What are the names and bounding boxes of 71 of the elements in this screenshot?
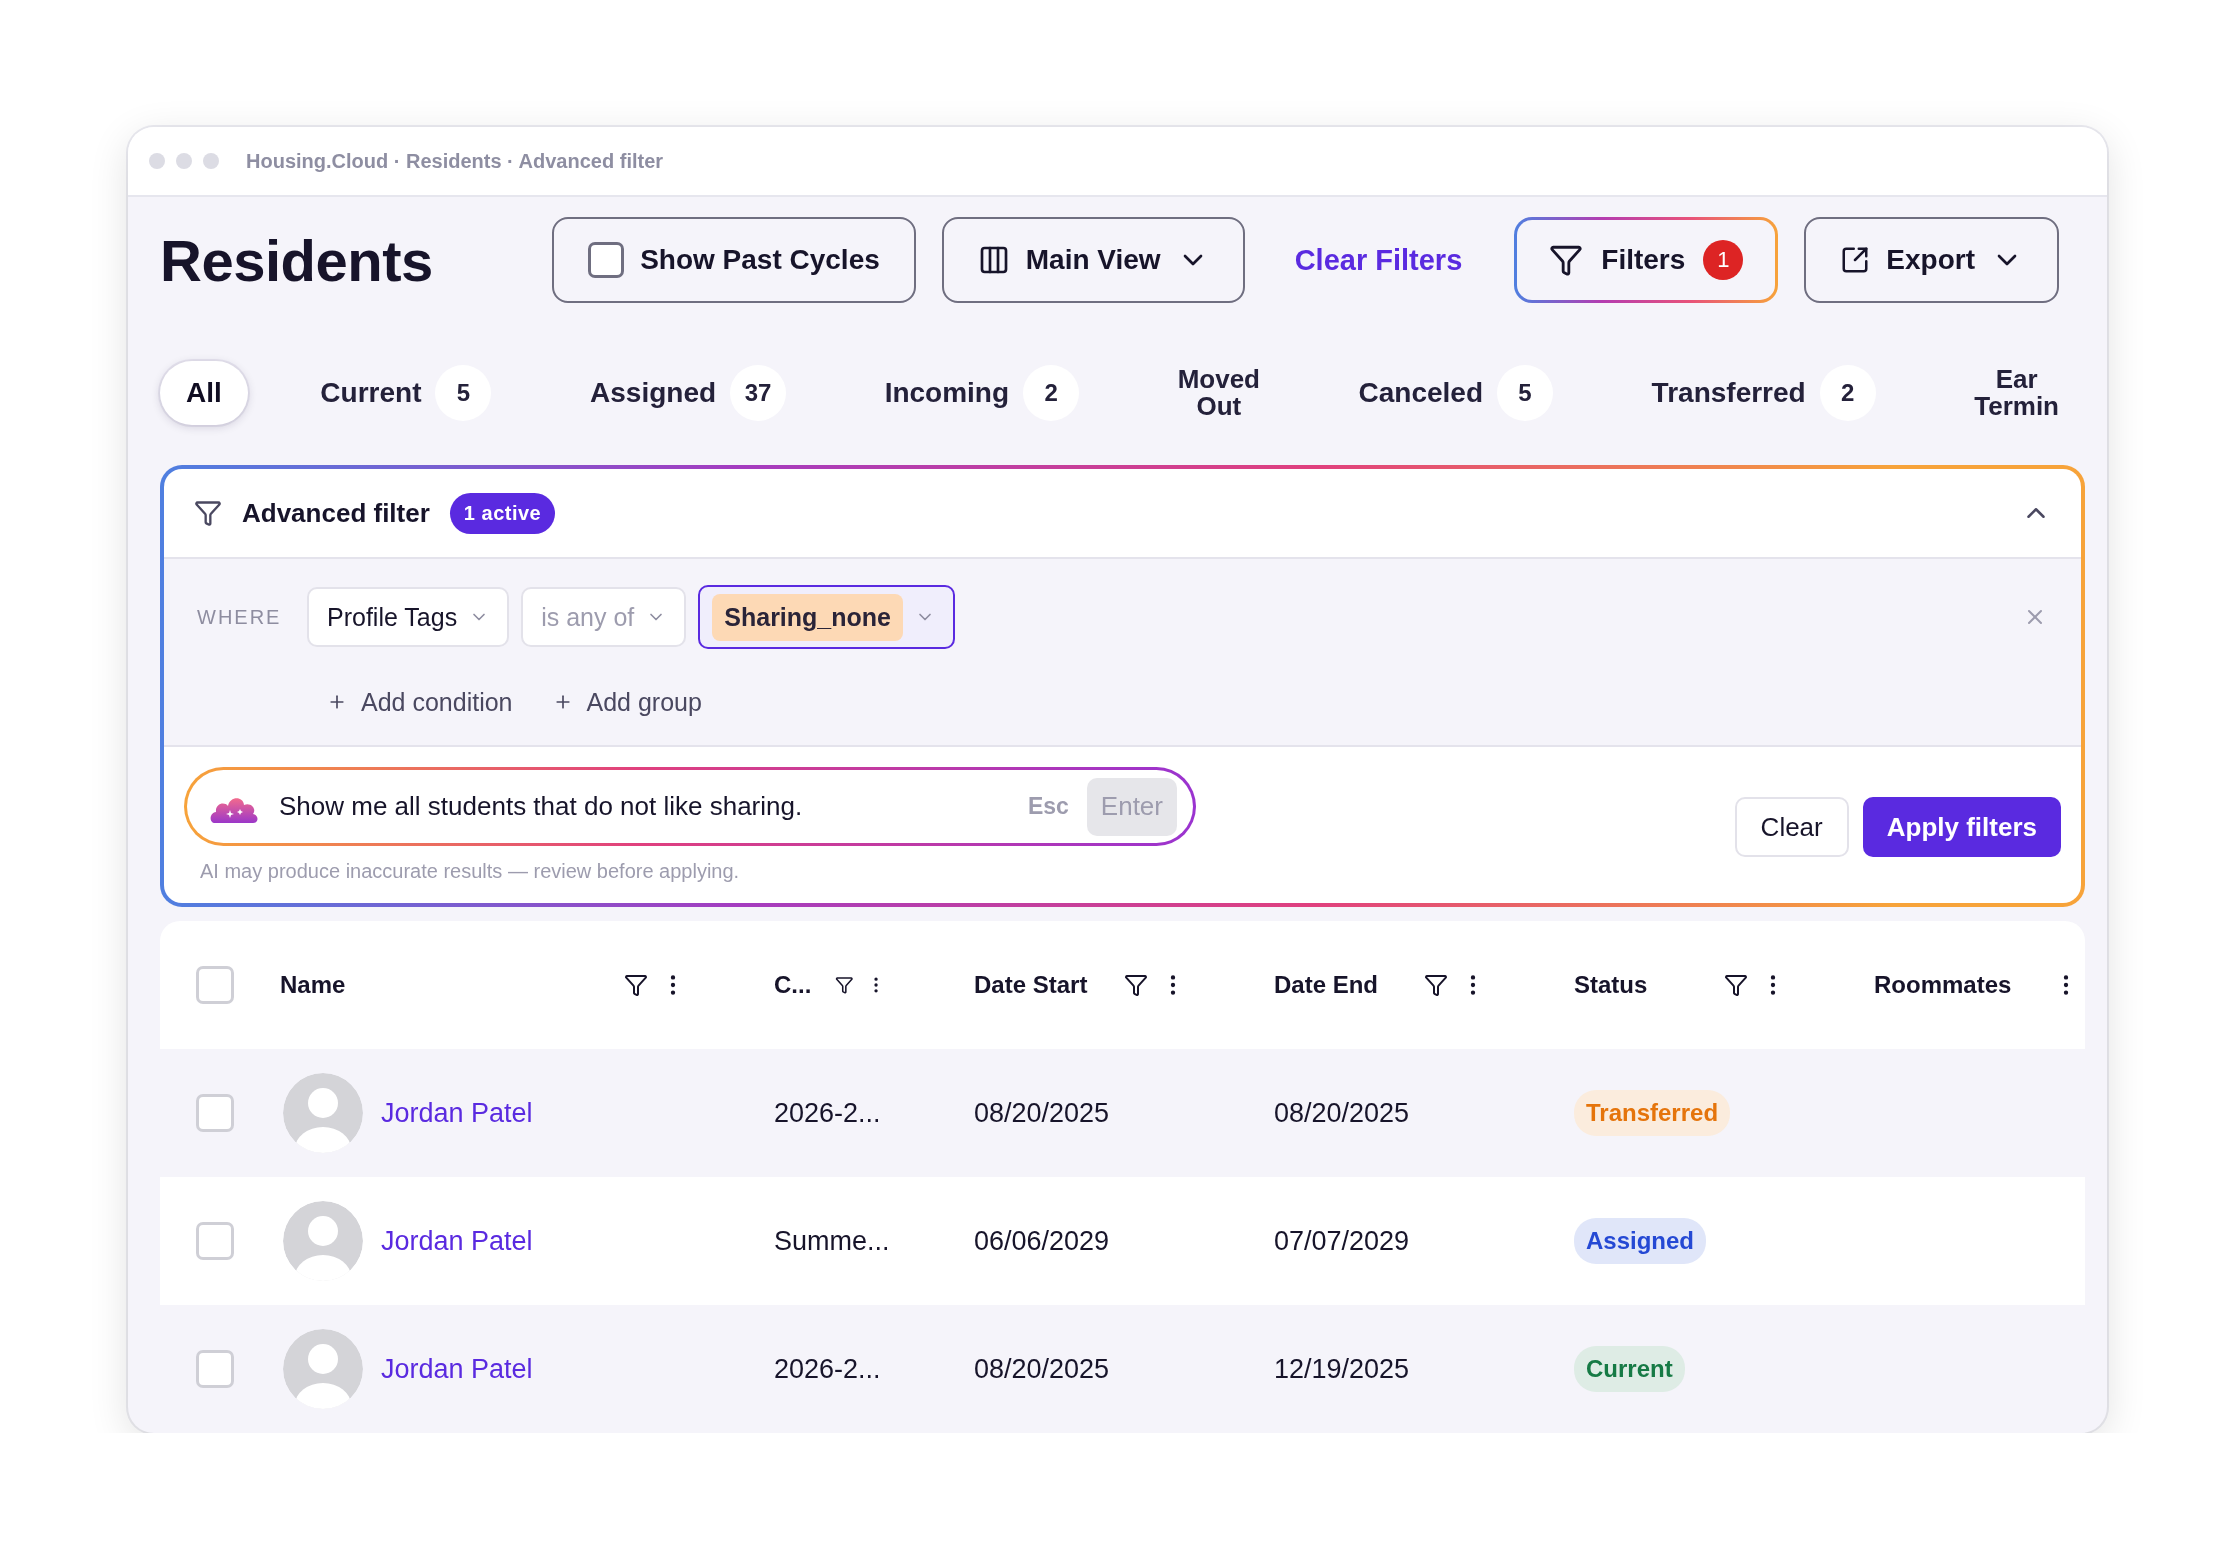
status-tab[interactable]: Ear Termin <box>1948 361 2085 425</box>
funnel-icon[interactable] <box>1124 973 1148 997</box>
table-cell: 08/20/2025 <box>974 1353 1110 1385</box>
table-cell: Summe... <box>774 1225 890 1257</box>
window-dot[interactable] <box>176 153 192 169</box>
view-dropdown[interactable]: Main View <box>941 217 1245 303</box>
column-header[interactable]: Date End <box>1274 971 1378 999</box>
status-tab[interactable]: All <box>160 361 248 425</box>
tab-count: 5 <box>1497 365 1554 421</box>
column-header[interactable]: Roommates <box>1874 971 2012 999</box>
status-badge: Transferred <box>1574 1090 1731 1136</box>
window-dot[interactable] <box>149 153 165 169</box>
avatar-icon <box>283 1201 363 1281</box>
column-header[interactable]: Status <box>1574 971 1648 999</box>
table-cell: 12/19/2025 <box>1274 1353 1410 1385</box>
tab-count: 37 <box>730 365 787 421</box>
export-button[interactable]: Export <box>1804 217 2059 303</box>
row-checkbox[interactable] <box>196 1222 234 1260</box>
resident-name-link[interactable]: Jordan Patel <box>381 1097 533 1129</box>
tab-count: 2 <box>1023 365 1080 421</box>
funnel-icon[interactable] <box>624 973 648 997</box>
table-row[interactable]: Jordan Patel Summe... 06/06/2029 07/07/2029 Assigned <box>160 1177 2085 1305</box>
tag-chip: Sharing_none <box>712 593 903 641</box>
where-label: WHERE <box>197 605 283 629</box>
table-cell: 2026-2... <box>774 1353 881 1385</box>
status-badge: Assigned <box>1574 1218 1707 1264</box>
clear-filters-link[interactable]: Clear Filters <box>1270 243 1487 277</box>
add-condition-button[interactable]: Add condition <box>327 687 513 717</box>
window-dot[interactable] <box>203 153 219 169</box>
status-tab[interactable]: Transferred 2 <box>1625 361 1902 425</box>
table-cell: 08/20/2025 <box>974 1097 1110 1129</box>
column-header[interactable]: Date Start <box>974 971 1088 999</box>
funnel-icon[interactable] <box>1424 973 1448 997</box>
table-cell: 08/20/2025 <box>1274 1097 1410 1129</box>
tab-count: 2 <box>1819 365 1876 421</box>
page-title: Residents <box>160 226 434 294</box>
status-tab[interactable]: Assigned 37 <box>564 361 813 425</box>
disclaimer-text: AI may produce inaccurate results — review before applying. <box>199 860 741 883</box>
funnel-icon <box>1549 243 1584 277</box>
value-select[interactable]: Sharing_none <box>698 585 955 649</box>
clear-button[interactable]: Clear <box>1734 797 1849 857</box>
external-link-icon <box>1840 245 1871 275</box>
funnel-icon <box>194 499 222 527</box>
select-all-checkbox[interactable] <box>196 966 234 1004</box>
panel-title: Advanced filter <box>242 497 430 529</box>
window-title: Housing.Cloud · Residents · Advanced filter <box>246 149 664 173</box>
add-group-button[interactable]: Add group <box>552 687 702 717</box>
status-tab[interactable]: Canceled 5 <box>1332 361 1580 425</box>
field-select[interactable]: Profile Tags <box>307 587 510 647</box>
row-checkbox[interactable] <box>196 1350 234 1388</box>
table-cell: 06/06/2029 <box>974 1225 1110 1257</box>
funnel-icon[interactable] <box>1724 973 1748 997</box>
table-cell: 2026-2... <box>774 1097 881 1129</box>
apply-filters-button[interactable]: Apply filters <box>1862 797 2061 857</box>
status-tab[interactable]: Moved Out <box>1151 361 1286 425</box>
show-past-cycles-button[interactable]: Show Past Cycles <box>552 217 916 303</box>
active-badge: 1 active <box>449 492 556 534</box>
status-tab[interactable]: Incoming 2 <box>858 361 1106 425</box>
column-header[interactable]: Name <box>280 971 346 999</box>
resident-name-link[interactable]: Jordan Patel <box>381 1353 533 1385</box>
table-cell: 07/07/2029 <box>1274 1225 1410 1257</box>
checkbox[interactable] <box>588 242 625 278</box>
count-badge: 1 <box>1703 240 1744 280</box>
resident-name-link[interactable]: Jordan Patel <box>381 1225 533 1257</box>
tab-count: 5 <box>435 365 492 421</box>
avatar-icon <box>283 1073 363 1153</box>
column-header[interactable]: C... <box>774 971 812 999</box>
avatar-icon <box>283 1329 363 1409</box>
status-tab[interactable]: Current 5 <box>294 361 518 425</box>
row-checkbox[interactable] <box>196 1094 234 1132</box>
status-badge: Current <box>1574 1346 1685 1392</box>
